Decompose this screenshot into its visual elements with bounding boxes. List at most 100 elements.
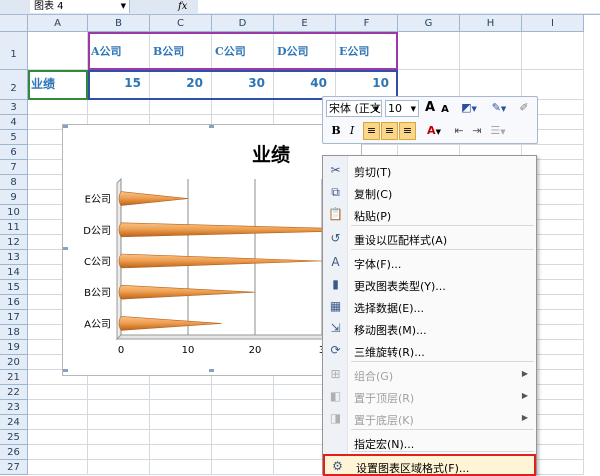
row-header[interactable]: 1 [0,32,28,70]
bold-button[interactable]: B [329,123,343,140]
row-header[interactable]: 24 [0,415,28,430]
column-header[interactable]: B [88,15,150,32]
row-header[interactable]: 26 [0,445,28,460]
cell[interactable] [212,400,274,415]
row-header[interactable]: 8 [0,175,28,190]
name-box[interactable]: 图表 4 ▼ [30,0,130,13]
select-all-corner[interactable] [0,15,28,32]
cell[interactable] [150,460,212,475]
cell[interactable] [28,415,88,430]
cell[interactable] [88,385,150,400]
cell[interactable] [28,460,88,475]
row-header[interactable]: 22 [0,385,28,400]
menu-item[interactable]: ⧉ 复制(C) [323,182,536,204]
row-header[interactable]: 21 [0,370,28,385]
row-header[interactable]: 4 [0,115,28,130]
align-center-button[interactable]: ≡ [381,122,398,140]
cell[interactable] [150,415,212,430]
row-header[interactable]: 27 [0,460,28,475]
column-header[interactable]: H [460,15,522,32]
increase-indent-icon[interactable]: ⇥ [469,123,485,140]
cell[interactable] [212,385,274,400]
cell[interactable] [150,100,212,115]
fill-color-icon[interactable]: ◩▼ [455,100,483,117]
row-header[interactable]: 23 [0,400,28,415]
row-header[interactable]: 19 [0,340,28,355]
cell[interactable] [212,445,274,460]
formula-input[interactable] [198,0,600,13]
row-header[interactable]: 11 [0,220,28,235]
menu-item[interactable]: ⇲ 移动图表(M)... [323,318,536,340]
cell[interactable] [88,445,150,460]
row-header[interactable]: 5 [0,130,28,145]
row-header[interactable]: 10 [0,205,28,220]
cell[interactable] [522,32,584,70]
menu-item[interactable]: ▮ 更改图表类型(Y)... [323,274,536,296]
row-header[interactable]: 25 [0,430,28,445]
column-header[interactable]: G [398,15,460,32]
cell[interactable] [212,460,274,475]
cell[interactable] [150,430,212,445]
row-header[interactable]: 13 [0,250,28,265]
cell[interactable] [212,430,274,445]
cell[interactable] [28,445,88,460]
cell[interactable] [150,400,212,415]
cell[interactable] [212,100,274,115]
align-left-button[interactable]: ≡ [363,122,380,140]
cell[interactable] [398,32,460,70]
menu-item[interactable]: ↺ 重设以匹配样式(A) [323,228,536,250]
menu-item[interactable]: ⚙ 设置图表区域格式(F)... [323,454,536,476]
cell[interactable] [212,415,274,430]
row-header[interactable]: 9 [0,190,28,205]
fx-icon[interactable]: fx [178,0,187,13]
cell[interactable] [28,100,88,115]
menu-item[interactable]: 📋 粘贴(P) [323,204,536,226]
bullets-icon[interactable]: ☰▼ [487,123,509,140]
row-header[interactable]: 2 [0,70,28,100]
menu-item[interactable]: A 字体(F)... [323,252,536,274]
cell[interactable] [88,100,150,115]
row-header[interactable]: 17 [0,310,28,325]
font-color-button[interactable]: A▼ [421,123,447,140]
chart-area[interactable]: 业绩010203A公司B公司C公司D公司E公司 [62,124,362,376]
menu-item[interactable]: ✂ 剪切(T) [323,160,536,182]
menu-item[interactable]: ⟳ 三维旋转(R)... [323,340,536,362]
row-header[interactable]: 16 [0,295,28,310]
font-name-select[interactable]: 宋体 (正文 ▼ [326,100,382,117]
font-size-select[interactable]: 10 ▼ [385,100,419,117]
cell[interactable] [150,445,212,460]
decrease-indent-icon[interactable]: ⇤ [451,123,467,140]
chevron-down-icon[interactable]: ▼ [121,0,126,13]
row-header[interactable]: 6 [0,145,28,160]
column-header[interactable]: E [274,15,336,32]
cell[interactable] [88,400,150,415]
row-header[interactable]: 7 [0,160,28,175]
format-painter-icon[interactable]: ✐ [515,100,533,117]
cell[interactable] [28,400,88,415]
row-header[interactable]: 20 [0,355,28,370]
cell[interactable] [88,415,150,430]
column-header[interactable]: A [28,15,88,32]
column-header[interactable]: I [522,15,584,32]
cell[interactable] [28,385,88,400]
cell[interactable] [88,460,150,475]
cell[interactable] [460,32,522,70]
cell[interactable] [88,430,150,445]
column-header[interactable]: C [150,15,212,32]
cell[interactable] [150,385,212,400]
grow-font-icon[interactable]: A [423,100,437,117]
row-header[interactable]: 15 [0,280,28,295]
menu-item[interactable]: ▦ 选择数据(E)... [323,296,536,318]
row-header[interactable]: 14 [0,265,28,280]
column-header[interactable]: D [212,15,274,32]
cell[interactable] [28,32,88,70]
line-color-icon[interactable]: ✎▼ [485,100,513,117]
cell[interactable] [28,430,88,445]
column-header[interactable]: F [336,15,398,32]
row-header[interactable]: 3 [0,100,28,115]
row-header[interactable]: 12 [0,235,28,250]
italic-button[interactable]: I [345,123,359,140]
menu-item[interactable]: 指定宏(N)... [323,432,536,454]
row-header[interactable]: 18 [0,325,28,340]
shrink-font-icon[interactable]: A [439,102,451,117]
